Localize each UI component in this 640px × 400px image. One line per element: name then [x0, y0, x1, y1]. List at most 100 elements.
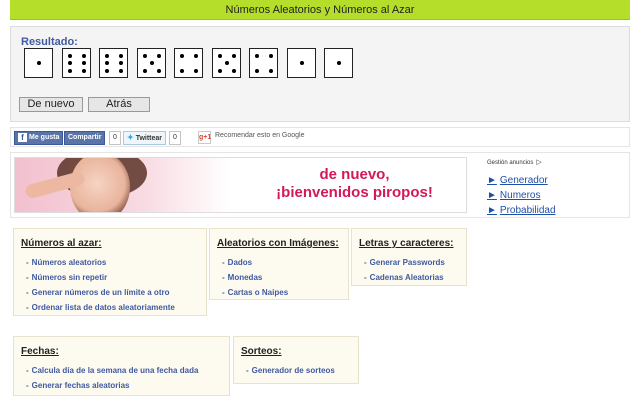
section-list: - Números aleatorios - Números sin repetir… [26, 255, 175, 315]
ad-link-generador[interactable]: ► Generador [487, 173, 556, 188]
die-pip [255, 54, 259, 58]
die-pip [37, 61, 41, 65]
die-pip [157, 69, 161, 73]
ad-link-label: Generador [499, 175, 548, 186]
list-dash: - [246, 366, 249, 375]
back-button[interactable]: Atrás [88, 97, 150, 112]
die-pip [218, 69, 222, 73]
ad-panel: de nuevo, ¡bienvenidos piropos! Gestión … [10, 152, 630, 218]
banner-text-line2: ¡bienvenidos piropos! [276, 184, 433, 201]
section-title: Números al azar: [21, 238, 102, 249]
die-4 [249, 48, 278, 78]
result-panel: Resultado: De nuevo Atrás [10, 26, 630, 122]
list-item[interactable]: - Generar números de un límite a otro [26, 285, 175, 300]
die-pip [119, 54, 123, 58]
gplus-button[interactable]: g+1 [198, 131, 211, 144]
die-pip [82, 54, 86, 58]
arrow-right-icon: ► [487, 190, 497, 201]
die-pip [232, 54, 236, 58]
list-item-label: Números sin repetir [31, 273, 108, 282]
list-item[interactable]: - Monedas [222, 270, 288, 285]
facebook-icon: f [18, 132, 27, 142]
list-item[interactable]: - Generador de sorteos [246, 363, 335, 378]
list-item[interactable]: - Generar Passwords [364, 255, 445, 270]
ad-link-probabilidad[interactable]: ► Probabilidad [487, 203, 556, 218]
ad-link-numeros[interactable]: ► Numeros [487, 188, 556, 203]
die-pip [68, 54, 72, 58]
ad-info-label: Gestión anuncios [487, 160, 534, 166]
ad-links: ► Generador ► Numeros ► Probabilidad [487, 173, 556, 218]
list-dash: - [26, 273, 29, 282]
list-item-label: Cartas o Naipes [227, 288, 289, 297]
section-list: - Dados - Monedas - Cartas o Naipes [222, 255, 288, 300]
ad-link-label: Probabilidad [499, 205, 556, 216]
die-pip [82, 69, 86, 73]
die-pip [105, 69, 109, 73]
twitter-button[interactable]: ✦ Twittear [123, 131, 167, 145]
twitter-bird-icon: ✦ [127, 133, 134, 142]
die-pip [255, 69, 259, 73]
ad-banner[interactable]: de nuevo, ¡bienvenidos piropos! [14, 157, 467, 213]
die-pip [194, 54, 198, 58]
die-4 [174, 48, 203, 78]
die-pip [180, 69, 184, 73]
die-1 [287, 48, 316, 78]
list-dash: - [26, 303, 29, 312]
facebook-like-button[interactable]: f Me gusta [14, 131, 64, 145]
result-label: Resultado: [21, 36, 78, 48]
section-title: Fechas: [21, 346, 59, 357]
again-button[interactable]: De nuevo [19, 97, 83, 112]
ad-info[interactable]: Gestión anuncios ▷ [487, 158, 542, 166]
die-pip [225, 61, 229, 65]
section-title: Aleatorios con Imágenes: [217, 238, 339, 249]
list-dash: - [26, 381, 29, 390]
die-pip [232, 69, 236, 73]
banner-text: de nuevo, ¡bienvenidos piropos! [247, 166, 462, 202]
list-item-label: Números aleatorios [31, 258, 107, 267]
adchoices-icon: ▷ [536, 159, 542, 166]
banner-text-line1: de nuevo, [319, 166, 390, 183]
list-dash: - [364, 258, 367, 267]
list-item-label: Monedas [227, 273, 263, 282]
list-item-label: Calcula día de la semana de una fecha da… [31, 366, 199, 375]
die-pip [68, 61, 72, 65]
die-pip [269, 69, 273, 73]
list-item[interactable]: - Calcula día de la semana de una fecha d… [26, 363, 198, 378]
ad-link-label: Numeros [499, 190, 541, 201]
list-item-label: Dados [227, 258, 253, 267]
facebook-like-label: Me gusta [29, 134, 60, 141]
section-title: Letras y caracteres: [359, 238, 454, 249]
list-item[interactable]: - Cartas o Naipes [222, 285, 288, 300]
list-item-label: Generar Passwords [369, 258, 445, 267]
die-6 [99, 48, 128, 78]
die-5 [137, 48, 166, 78]
page-title: Números Aleatorios y Números al Azar [225, 4, 415, 16]
list-item[interactable]: - Números aleatorios [26, 255, 175, 270]
arrow-right-icon: ► [487, 175, 497, 186]
tweet-count: 0 [169, 131, 181, 145]
die-pip [337, 61, 341, 65]
list-item[interactable]: - Cadenas Aleatorias [364, 270, 445, 285]
section-sorteos: Sorteos: - Generador de sorteos [233, 336, 359, 384]
section-fechas: Fechas: - Calcula día de la semana de una… [13, 336, 230, 396]
list-item[interactable]: - Números sin repetir [26, 270, 175, 285]
die-pip [105, 61, 109, 65]
list-dash: - [222, 273, 225, 282]
die-pip [300, 61, 304, 65]
facebook-share-button[interactable]: Compartir [64, 131, 106, 145]
list-dash: - [26, 288, 29, 297]
list-item[interactable]: - Dados [222, 255, 288, 270]
list-item[interactable]: - Generar fechas aleatorias [26, 378, 198, 393]
list-dash: - [222, 288, 225, 297]
section-list: - Generador de sorteos [246, 363, 335, 378]
list-dash: - [364, 273, 367, 282]
list-item-label: Generar números de un límite a otro [31, 288, 170, 297]
list-item[interactable]: - Ordenar lista de datos aleatoriamente [26, 300, 175, 315]
page-header: Números Aleatorios y Números al Azar [10, 0, 630, 20]
die-6 [62, 48, 91, 78]
die-pip [157, 54, 161, 58]
die-pip [82, 61, 86, 65]
list-dash: - [222, 258, 225, 267]
list-dash: - [26, 258, 29, 267]
list-item-label: Cadenas Aleatorias [369, 273, 444, 282]
